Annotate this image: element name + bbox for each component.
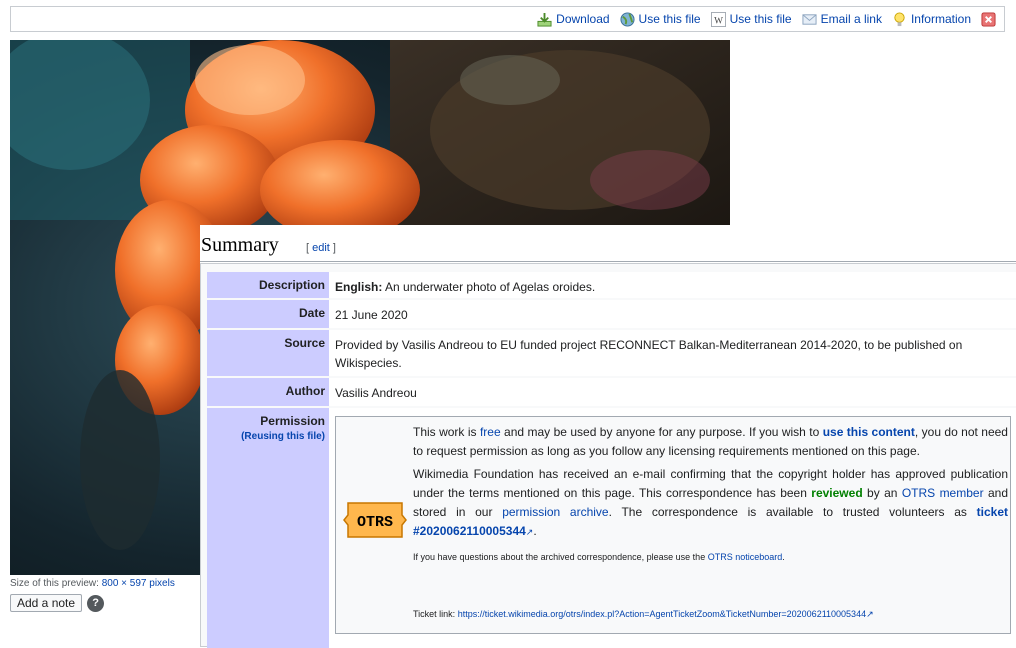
value-date: 21 June 2020 (329, 300, 1016, 328)
permission-paragraph-1: This work is free and may be used by any… (413, 425, 1008, 458)
edit-section: [ edit ] (306, 242, 336, 254)
otrs-permission-box: OTRS This work is free and may be used b… (335, 416, 1011, 634)
edit-link[interactable]: edit (312, 242, 330, 254)
value-author: Vasilis Andreou (329, 378, 1016, 406)
use-this-file-wiki-link[interactable]: W Use this file (710, 11, 792, 27)
value-permission: OTRS This work is free and may be used b… (329, 408, 1016, 648)
permission-archive-link[interactable]: permission archive (502, 505, 608, 519)
permission-text: This work is free and may be used by any… (413, 423, 1008, 568)
free-link[interactable]: free (480, 425, 501, 439)
svg-text:W: W (714, 16, 723, 26)
row-author: Author Vasilis Andreou (207, 378, 1016, 406)
row-permission: Permission (Reusing this file) OTRS This… (207, 408, 1016, 648)
preview-size-caption: Size of this preview: 800 × 597 pixels (10, 578, 175, 589)
add-note-button[interactable]: Add a note (10, 594, 83, 612)
row-date: Date 21 June 2020 (207, 300, 1016, 328)
label-author: Author (207, 378, 329, 406)
use-this-file-globe-link[interactable]: Use this file (620, 11, 701, 27)
add-note-area: Add a note ? (10, 594, 105, 612)
email-a-link[interactable]: Email a link (802, 12, 882, 27)
otrs-member-link[interactable]: OTRS member (902, 486, 984, 500)
help-icon[interactable]: ? (87, 594, 105, 612)
use-this-content-link[interactable]: use this content (823, 425, 915, 439)
summary-heading-row: Summary [ edit ] (200, 231, 1016, 262)
label-source: Source (207, 330, 329, 376)
value-description: English: An underwater photo of Agelas o… (329, 272, 1016, 298)
ticket-url-link[interactable]: https://ticket.wikimedia.org/otrs/index.… (458, 609, 866, 619)
label-description: Description (207, 272, 329, 298)
reviewed-link[interactable]: reviewed (811, 486, 862, 500)
preview-size-link[interactable]: 800 × 597 pixels (102, 578, 175, 589)
row-source: Source Provided by Vasilis Andreou to EU… (207, 330, 1016, 376)
information-link[interactable]: Information (892, 11, 971, 27)
permission-paragraph-3: If you have questions about the archived… (413, 552, 785, 562)
email-icon (802, 13, 817, 25)
permission-paragraph-2: Wikimedia Foundation has received an e-m… (413, 467, 1008, 538)
lightbulb-icon (894, 11, 905, 26)
value-source: Provided by Vasilis Andreou to EU funded… (329, 330, 1016, 376)
label-permission: Permission (Reusing this file) (207, 408, 329, 648)
globe-icon (620, 11, 635, 27)
download-icon (537, 12, 552, 27)
summary-panel: Summary [ edit ] Description English: An… (200, 225, 1016, 648)
otrs-logo-icon: OTRS (343, 502, 407, 538)
wikipedia-icon: W (710, 11, 726, 27)
ticket-link-line: Ticket link: https://ticket.wikimedia.or… (413, 609, 874, 619)
information-table: Description English: An underwater photo… (200, 263, 1016, 648)
svg-text:OTRS: OTRS (357, 514, 393, 531)
file-toolbar: Download Use this file W Use this file E… (10, 6, 1005, 32)
close-icon[interactable] (981, 11, 996, 27)
summary-heading: Summary (201, 234, 279, 256)
external-link-icon: ↗ (866, 609, 874, 619)
otrs-noticeboard-link[interactable]: OTRS noticeboard (708, 552, 783, 562)
reusing-this-file-link[interactable]: (Reusing this file) (207, 431, 325, 442)
row-description: Description English: An underwater photo… (207, 272, 1016, 298)
download-link[interactable]: Download (537, 12, 610, 27)
label-date: Date (207, 300, 329, 328)
